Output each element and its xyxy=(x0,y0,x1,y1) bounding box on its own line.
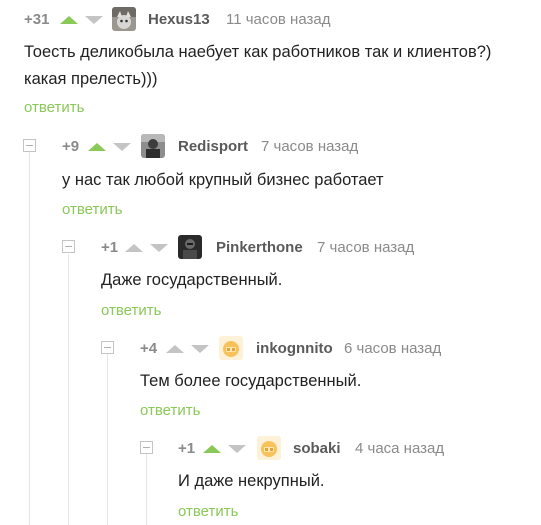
comment-line: Даже государственный. xyxy=(101,271,283,289)
downvote-arrow-icon[interactable] xyxy=(85,16,103,24)
rating: +1 xyxy=(178,440,196,457)
reply-link[interactable]: ответить xyxy=(140,402,200,420)
comment-text: Даже государственный. xyxy=(101,267,282,294)
upvote-arrow-icon[interactable] xyxy=(166,345,184,353)
timestamp: 7 часов назад xyxy=(317,239,415,256)
person-avatar[interactable] xyxy=(141,134,165,158)
upvote-arrow-icon[interactable] xyxy=(125,244,143,252)
collapse-button[interactable] xyxy=(101,341,114,354)
downvote-arrow-icon[interactable] xyxy=(191,345,209,353)
collapse-button[interactable] xyxy=(23,139,36,152)
dark-avatar[interactable] xyxy=(178,235,202,259)
timestamp: 6 часов назад xyxy=(344,340,442,357)
collapse-button[interactable] xyxy=(140,441,153,454)
username[interactable]: Pinkerthone xyxy=(216,239,303,257)
thread-line xyxy=(146,454,147,525)
reply-link[interactable]: ответить xyxy=(101,302,161,320)
username[interactable]: Redisport xyxy=(178,138,248,156)
downvote-arrow-icon[interactable] xyxy=(150,244,168,252)
collapse-button[interactable] xyxy=(62,240,75,253)
username[interactable]: sobaki xyxy=(293,440,341,458)
rating: +9 xyxy=(62,138,80,155)
thread-line xyxy=(68,254,69,525)
rating: +4 xyxy=(140,340,158,357)
comment-text: Тоесть деликобыла наебует как работников… xyxy=(24,39,491,93)
username[interactable]: inkognnito xyxy=(256,340,333,358)
default-avatar[interactable] xyxy=(219,336,243,360)
timestamp: 4 часа назад xyxy=(355,440,445,457)
comment-line: Тем более государственный. xyxy=(140,372,362,390)
timestamp: 7 часов назад xyxy=(261,138,359,155)
upvote-arrow-icon[interactable] xyxy=(60,16,78,24)
cat-avatar[interactable] xyxy=(112,7,136,31)
reply-link[interactable]: ответить xyxy=(24,99,84,117)
username[interactable]: Hexus13 xyxy=(148,11,210,29)
comment-text: И даже некрупный. xyxy=(178,468,325,495)
comment-line: у нас так любой крупный бизнес работает xyxy=(62,171,384,189)
comment-line: Тоесть деликобыла наебует как работников… xyxy=(24,43,492,61)
comment-text: Тем более государственный. xyxy=(140,368,361,395)
upvote-arrow-icon[interactable] xyxy=(88,143,106,151)
comment-line: какая прелесть))) xyxy=(24,70,158,88)
timestamp: 11 часов назад xyxy=(226,11,331,28)
reply-link[interactable]: ответить xyxy=(62,201,122,219)
rating: +1 xyxy=(101,239,119,256)
upvote-arrow-icon[interactable] xyxy=(203,445,221,453)
thread-line xyxy=(107,354,108,525)
downvote-arrow-icon[interactable] xyxy=(113,143,131,151)
comment-text: у нас так любой крупный бизнес работает xyxy=(62,167,384,194)
downvote-arrow-icon[interactable] xyxy=(228,445,246,453)
thread-line xyxy=(29,152,30,525)
rating: +31 xyxy=(24,11,50,28)
comment-line: И даже некрупный. xyxy=(178,472,325,490)
reply-link[interactable]: ответить xyxy=(178,503,238,521)
default-avatar[interactable] xyxy=(257,436,281,460)
